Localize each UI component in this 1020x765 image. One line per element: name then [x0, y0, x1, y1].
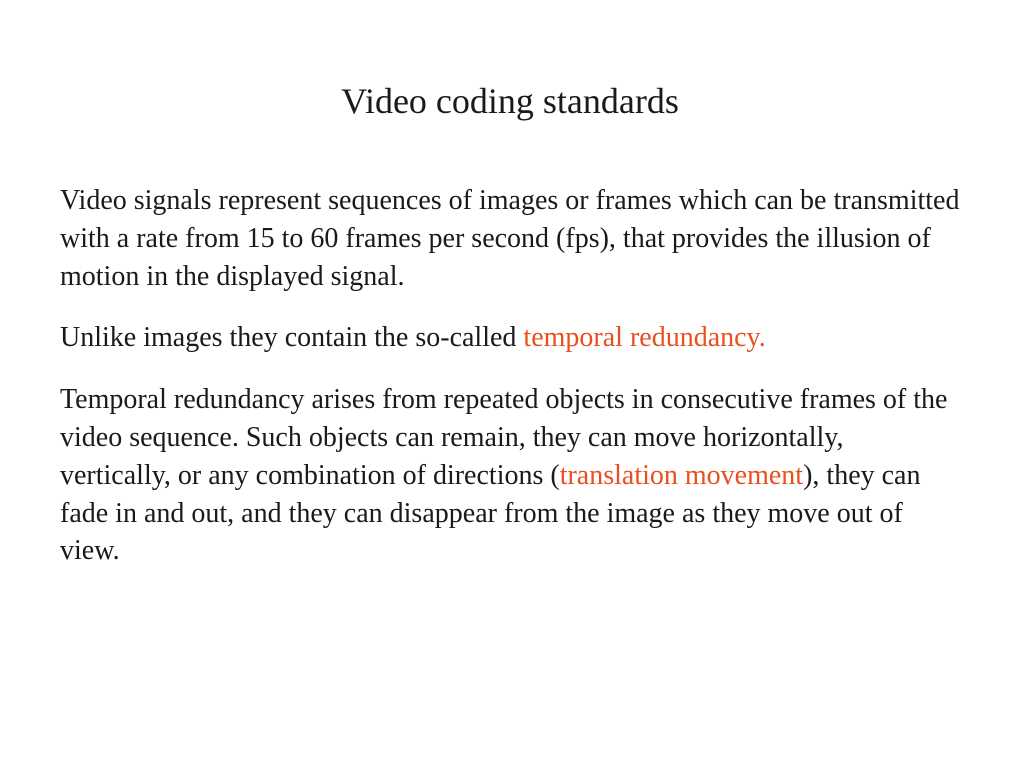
paragraph-1: Video signals represent sequences of ima…	[60, 182, 960, 295]
paragraph-2-text: Unlike images they contain the so-called	[60, 322, 523, 353]
highlight-translation-movement: translation movement	[560, 460, 803, 491]
slide-title: Video coding standards	[60, 80, 960, 122]
paragraph-3: Temporal redundancy arises from repeated…	[60, 381, 960, 570]
highlight-temporal-redundancy: temporal redundancy.	[523, 322, 765, 353]
paragraph-2: Unlike images they contain the so-called…	[60, 319, 960, 357]
